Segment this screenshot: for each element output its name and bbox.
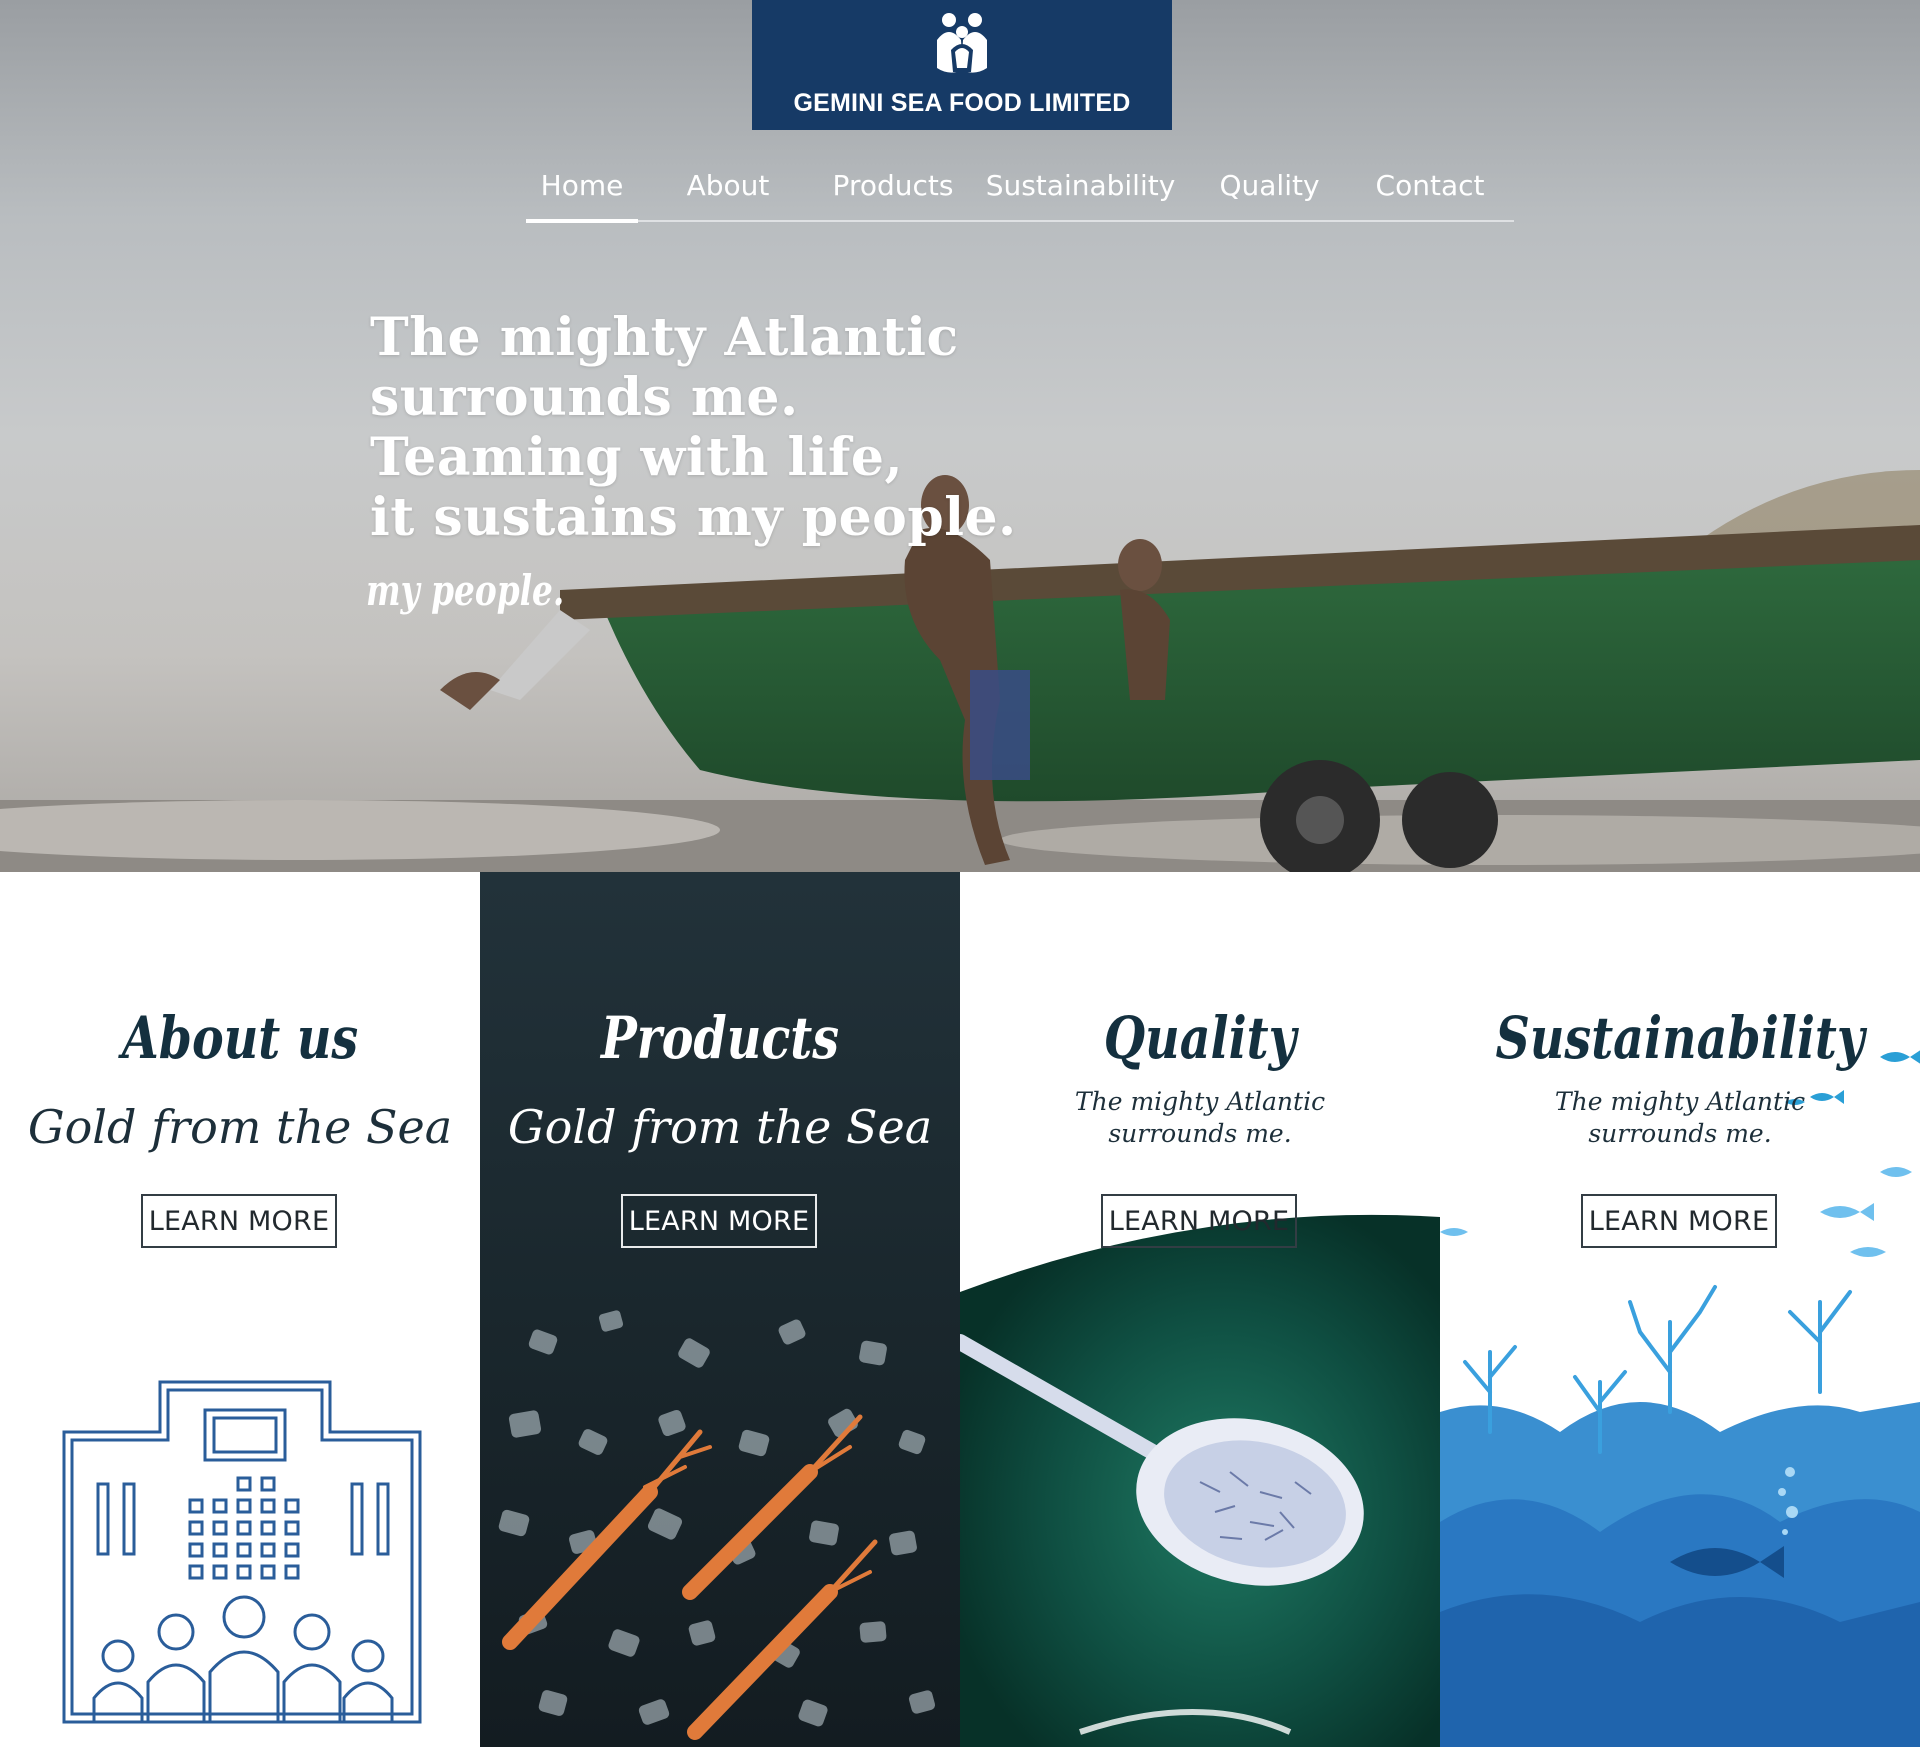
panel-title: About us: [121, 1004, 359, 1072]
brand-logo[interactable]: GEMINI SEA FOOD LIMITED: [752, 0, 1172, 130]
tagline-line: The mighty Atlantic: [1074, 1087, 1326, 1116]
panel-tagline: The mighty Atlantic surrounds me.: [1440, 1086, 1920, 1150]
hero-section: GEMINI SEA FOOD LIMITED Home About Produ…: [0, 0, 1920, 872]
nav-sustainability[interactable]: Sustainability: [968, 150, 1193, 220]
learn-more-button[interactable]: LEARN MORE: [1101, 1194, 1297, 1248]
learn-more-button[interactable]: LEARN MORE: [1581, 1194, 1777, 1248]
learn-more-button[interactable]: LEARN MORE: [141, 1194, 337, 1248]
nav-home[interactable]: Home: [526, 150, 638, 223]
panel-title: Sustainability: [1495, 1004, 1865, 1072]
nav-products[interactable]: Products: [818, 150, 968, 220]
hero-line: The mighty Atlantic: [370, 307, 959, 368]
nav-contact[interactable]: Contact: [1346, 150, 1514, 220]
panel-quality: Quality The mighty Atlantic surrounds me…: [960, 872, 1440, 1747]
learn-more-button[interactable]: LEARN MORE: [621, 1194, 817, 1248]
panel-tagline: Gold from the Sea: [507, 1100, 933, 1154]
brand-name: GEMINI SEA FOOD LIMITED: [793, 89, 1131, 117]
hero-line: surrounds me.: [370, 367, 799, 428]
panel-tagline: The mighty Atlantic surrounds me.: [960, 1086, 1440, 1150]
tagline-line: surrounds me.: [1108, 1119, 1292, 1148]
feature-panels: About us Gold from the Sea LEARN MORE Pr…: [0, 872, 1920, 1747]
panel-sustainability: Sustainability The mighty Atlantic surro…: [1440, 872, 1920, 1747]
panel-about: About us Gold from the Sea LEARN MORE: [0, 872, 480, 1747]
panel-title: Products: [600, 1004, 840, 1072]
main-navigation: Home About Products Sustainability Quali…: [526, 150, 1514, 223]
nav-quality[interactable]: Quality: [1193, 150, 1346, 220]
panel-title: Quality: [1103, 1004, 1297, 1072]
panel-products: Products Gold from the Sea LEARN MORE: [480, 872, 960, 1747]
hero-headline: The mighty Atlantic surrounds me. Teamin…: [370, 307, 1017, 548]
hero-line: it sustains my people.: [370, 487, 1017, 548]
tagline-line: The mighty Atlantic: [1554, 1087, 1806, 1116]
tagline-line: surrounds me.: [1588, 1119, 1772, 1148]
panel-tagline: Gold from the Sea: [27, 1100, 453, 1154]
hero-signature: my people.: [366, 566, 565, 615]
family-emblem-icon: [937, 13, 987, 73]
nav-about[interactable]: About: [638, 150, 818, 220]
hero-line: Teaming with life,: [370, 427, 904, 488]
